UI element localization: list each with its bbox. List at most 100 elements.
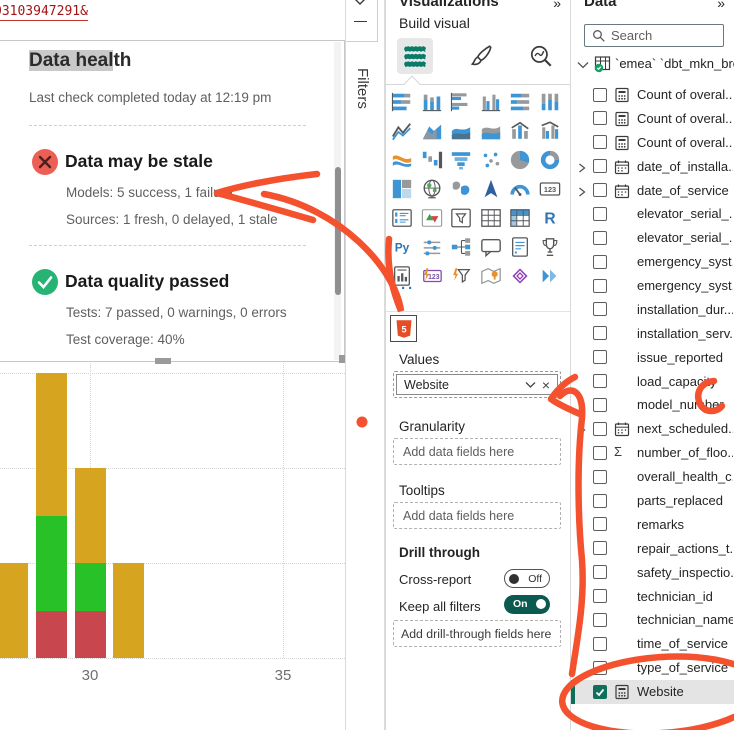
bar-segment-green[interactable] xyxy=(36,516,67,611)
values-field-well[interactable]: Website × xyxy=(393,371,561,398)
field-row-issue-reported[interactable]: issue_reported xyxy=(571,346,734,370)
field-checkbox[interactable] xyxy=(593,159,607,173)
tab-format-visual[interactable] xyxy=(463,38,499,74)
field-checkbox[interactable] xyxy=(593,302,607,316)
cross-report-toggle[interactable]: Off xyxy=(504,569,550,588)
field-row-date-of-installa[interactable]: date_of_installa... xyxy=(571,155,734,179)
visual-icon-funnel-chart[interactable] xyxy=(449,148,473,172)
field-checkbox[interactable] xyxy=(593,111,607,125)
visual-icon-filled-map[interactable] xyxy=(449,177,473,201)
field-row-remarks[interactable]: remarks xyxy=(571,513,734,537)
field-checkbox[interactable] xyxy=(593,685,607,699)
visual-icon-clustered-bar-chart[interactable] xyxy=(449,90,473,114)
visual-icon-python-visual[interactable]: Py xyxy=(390,235,414,259)
field-row-count-of-overal[interactable]: Count of overal... xyxy=(571,83,734,107)
visual-icon-arcgis-map[interactable] xyxy=(479,264,503,288)
visual-icon-ribbon-chart[interactable] xyxy=(390,148,414,172)
field-row-installation-serv[interactable]: installation_serv... xyxy=(571,322,734,346)
field-checkbox[interactable] xyxy=(593,88,607,102)
filters-pane-label[interactable]: Filters xyxy=(354,68,371,109)
visual-icon-stacked-bar-chart[interactable] xyxy=(390,90,414,114)
drill-through-field-well[interactable]: Add drill-through fields here xyxy=(393,620,561,647)
field-row-count-of-overal[interactable]: Count of overal... xyxy=(571,107,734,131)
visual-icon-r-script-visual[interactable]: R xyxy=(538,206,562,230)
visual-icon-kpi[interactable] xyxy=(420,206,444,230)
field-checkbox[interactable] xyxy=(593,589,607,603)
visual-icon-scatter-chart[interactable] xyxy=(479,148,503,172)
field-row-parts-replaced[interactable]: parts_replaced xyxy=(571,489,734,513)
field-checkbox[interactable] xyxy=(593,398,607,412)
field-checkbox[interactable] xyxy=(593,446,607,460)
visual-icon-slicer[interactable] xyxy=(449,206,473,230)
field-checkbox[interactable] xyxy=(593,661,607,675)
expand-icon[interactable] xyxy=(577,423,587,441)
bar-segment-gold[interactable] xyxy=(75,468,106,563)
field-row-type-of-service[interactable]: type_of_service xyxy=(571,656,734,680)
field-row-installation-dur[interactable]: installation_dur... xyxy=(571,298,734,322)
field-row-technician-id[interactable]: technician_id xyxy=(571,585,734,609)
bar-segment-gold[interactable] xyxy=(113,563,144,658)
keep-all-filters-toggle[interactable]: On xyxy=(504,595,550,614)
visual-icon-power-automate[interactable] xyxy=(538,264,562,288)
field-row-emergency-syst[interactable]: emergency_syst... xyxy=(571,250,734,274)
remove-field-icon[interactable]: × xyxy=(536,377,557,393)
visual-icon-stacked-column-100-chart[interactable] xyxy=(538,90,562,114)
field-row-website[interactable]: Website xyxy=(571,680,734,704)
field-checkbox[interactable] xyxy=(593,255,607,269)
field-checkbox[interactable] xyxy=(593,207,607,221)
field-checkbox[interactable] xyxy=(593,565,607,579)
minimize-icon[interactable] xyxy=(354,21,367,22)
field-row-count-of-overal[interactable]: Count of overal... xyxy=(571,131,734,155)
chevron-down-icon[interactable] xyxy=(577,60,589,70)
granularity-field-well[interactable]: Add data fields here xyxy=(393,438,561,465)
filters-pane-collapsed[interactable]: Filters xyxy=(346,0,385,730)
visual-icon-table[interactable] xyxy=(479,206,503,230)
visual-icon-stacked-area-chart[interactable] xyxy=(449,119,473,143)
visual-icon-power-automate-trigger[interactable] xyxy=(449,264,473,288)
collapse-pane-icon[interactable]: » xyxy=(717,0,725,11)
visual-icon-line-clustered-column-chart[interactable] xyxy=(538,119,562,143)
visual-icon-donut-chart[interactable] xyxy=(538,148,562,172)
visual-icon-card[interactable]: 123 xyxy=(538,177,562,201)
field-pill-website[interactable]: Website × xyxy=(396,374,558,395)
field-checkbox[interactable] xyxy=(593,613,607,627)
collapse-pane-icon[interactable]: » xyxy=(553,0,561,11)
visual-icon-azure-map[interactable] xyxy=(479,177,503,201)
bar-segment-red[interactable] xyxy=(36,611,67,659)
visual-icon-decomposition-tree[interactable] xyxy=(449,235,473,259)
visual-icon-power-apps[interactable]: 123 xyxy=(420,264,444,288)
expand-icon[interactable] xyxy=(577,185,587,203)
field-checkbox[interactable] xyxy=(593,541,607,555)
visual-icon-slicer-new[interactable] xyxy=(420,235,444,259)
field-checkbox[interactable] xyxy=(593,183,607,197)
field-row-overall-health-c[interactable]: overall_health_c... xyxy=(571,465,734,489)
visual-icon-matrix[interactable] xyxy=(508,206,532,230)
field-checkbox[interactable] xyxy=(593,350,607,364)
visual-icon-multi-row-card[interactable] xyxy=(390,206,414,230)
more-visuals-icon[interactable]: ··· xyxy=(394,280,415,297)
visual-icon-line-stacked-column-chart[interactable] xyxy=(508,119,532,143)
search-input[interactable] xyxy=(611,28,711,43)
field-row-emergency-syst[interactable]: emergency_syst... xyxy=(571,274,734,298)
visual-icon-metrics[interactable] xyxy=(538,235,562,259)
chevron-down-icon[interactable] xyxy=(525,381,536,389)
field-row-technician-name[interactable]: technician_name xyxy=(571,608,734,632)
visual-icon-smart-narrative[interactable] xyxy=(508,235,532,259)
field-row-time-of-service[interactable]: time_of_service xyxy=(571,632,734,656)
field-row-elevator-serial[interactable]: elevator_serial_... xyxy=(571,226,734,250)
visual-icon-treemap[interactable] xyxy=(390,177,414,201)
tab-analytics[interactable] xyxy=(523,38,559,74)
visual-icon-line-chart[interactable] xyxy=(390,119,414,143)
field-row-safety-inspectio[interactable]: safety_inspectio... xyxy=(571,561,734,585)
visual-icon-gauge[interactable] xyxy=(508,177,532,201)
html-content-visual-icon-selected[interactable]: 5 xyxy=(390,315,417,342)
stacked-histogram-visual[interactable]: 3035 xyxy=(0,363,345,703)
field-checkbox[interactable] xyxy=(593,637,607,651)
visual-icon-custom-visual-diamond[interactable] xyxy=(508,264,532,288)
table-root-label[interactable]: `emea` `dbt_mkn_bron... xyxy=(615,56,734,71)
card-scrollbar-thumb[interactable] xyxy=(335,167,341,295)
bar-segment-red[interactable] xyxy=(75,611,106,659)
bar-segment-gold[interactable] xyxy=(0,563,28,658)
field-row-date-of-service[interactable]: date_of_service xyxy=(571,179,734,203)
field-row-load-capacity[interactable]: load_capacity xyxy=(571,370,734,394)
